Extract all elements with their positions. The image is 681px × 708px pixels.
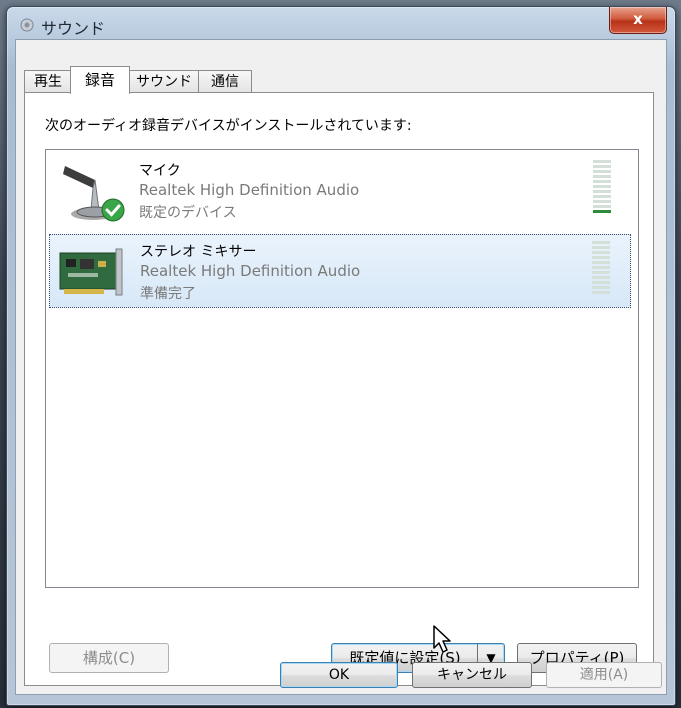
- recording-tab-panel: 次のオーディオ録音デバイスがインストールされています: マイク Realtek …: [24, 92, 654, 686]
- level-meter: [592, 241, 610, 299]
- device-driver: Realtek High Definition Audio: [140, 262, 361, 280]
- mouse-cursor-icon: [433, 625, 451, 653]
- title-bar[interactable]: サウンド x: [7, 7, 675, 41]
- check-icon: [101, 198, 125, 222]
- dialog-client-area: 再生 録音 サウンド 通信 次のオーディオ録音デバイスがインストールされています…: [15, 39, 667, 695]
- device-status: 既定のデバイス: [139, 205, 237, 221]
- tab-communications[interactable]: 通信: [198, 70, 252, 93]
- window-title: サウンド: [41, 19, 106, 38]
- sound-card-icon: [59, 248, 123, 296]
- level-meter: [593, 160, 611, 218]
- cancel-button[interactable]: キャンセル: [412, 662, 532, 688]
- tab-sounds[interactable]: サウンド: [128, 70, 200, 93]
- device-driver: Realtek High Definition Audio: [139, 181, 360, 199]
- sound-dialog: サウンド x 再生 録音 サウンド 通信 次のオーディオ録音デバイスがインストー…: [6, 6, 676, 706]
- speaker-icon: [20, 18, 34, 32]
- tab-playback[interactable]: 再生: [24, 70, 72, 93]
- device-name: マイク: [139, 163, 181, 179]
- tab-recording[interactable]: 録音: [70, 66, 130, 94]
- list-item-microphone[interactable]: マイク Realtek High Definition Audio 既定のデバイ…: [49, 154, 631, 228]
- recording-device-list[interactable]: マイク Realtek High Definition Audio 既定のデバイ…: [45, 149, 639, 588]
- configure-button[interactable]: 構成(C): [49, 643, 169, 673]
- device-status: 準備完了: [140, 286, 196, 302]
- instruction-text: 次のオーディオ録音デバイスがインストールされています:: [45, 118, 412, 134]
- close-button[interactable]: x: [609, 7, 667, 34]
- device-name: ステレオ ミキサー: [140, 244, 257, 260]
- list-item-stereo-mixer[interactable]: ステレオ ミキサー Realtek High Definition Audio …: [49, 234, 631, 308]
- apply-button[interactable]: 適用(A): [546, 662, 662, 688]
- ok-button[interactable]: OK: [280, 662, 398, 688]
